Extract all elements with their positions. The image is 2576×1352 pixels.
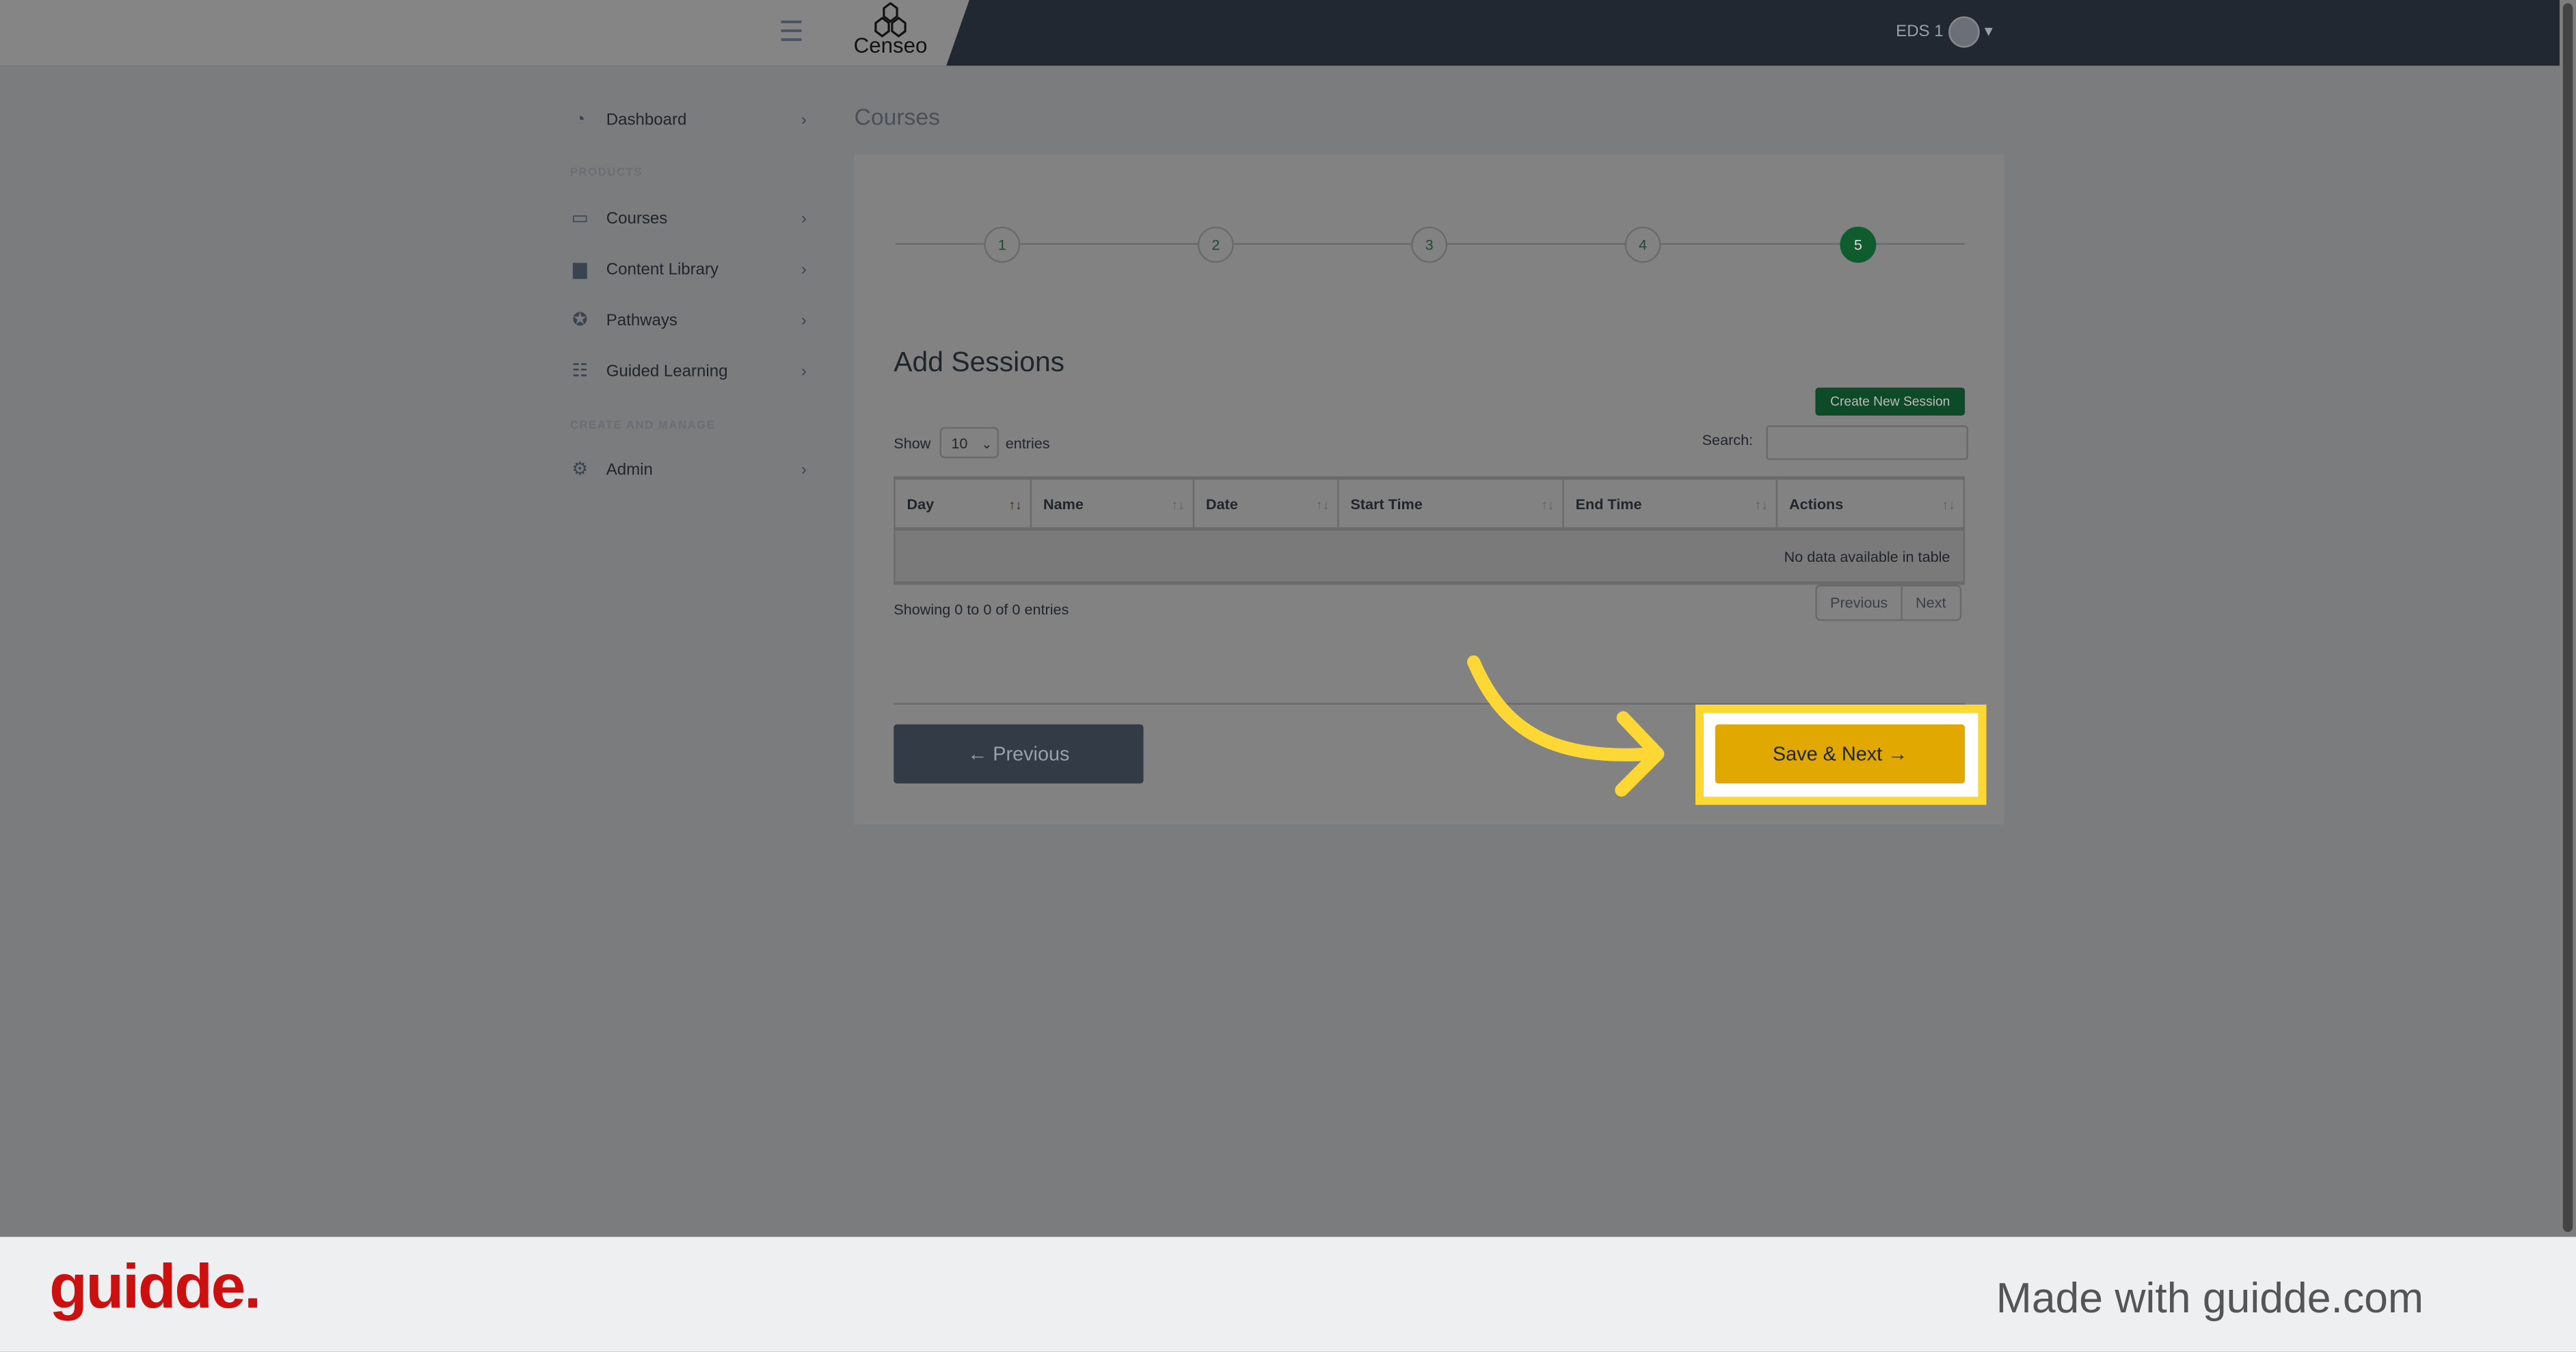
book-icon: ▆ [573, 259, 587, 280]
caret-down-icon: ▾ [1984, 23, 1993, 42]
user-menu[interactable]: EDS 1 ▾ [1896, 16, 1993, 48]
pointer-arrow-icon [1466, 655, 1665, 797]
empty-table-message: No data available in table [894, 528, 1965, 585]
sidebar-item-content-library[interactable]: ▆ Content Library › [568, 253, 807, 286]
search-label: Search: [1702, 432, 1754, 449]
page-title: Courses [854, 103, 940, 130]
chevron-right-icon: › [801, 311, 807, 329]
section-label-create-manage: CREATE AND MANAGE [569, 420, 716, 433]
step-2[interactable]: 2 [1197, 226, 1234, 263]
sidebar-item-courses[interactable]: ▭ Courses › [568, 202, 807, 235]
entries-select[interactable]: 10 ⌄ [939, 427, 999, 459]
user-name: EDS 1 [1896, 23, 1944, 42]
logo-text: Censeo [853, 33, 928, 58]
create-new-session-button[interactable]: Create New Session [1815, 388, 1965, 416]
column-header-day[interactable]: Day ↑↓ [894, 476, 1032, 531]
award-ribbon-icon: ✪ [572, 310, 588, 331]
scrollbar-thumb[interactable] [2562, 3, 2573, 1232]
previous-button[interactable]: ← Previous [894, 724, 1144, 784]
made-with-text: Made with guidde.com [1996, 1273, 2424, 1323]
sessions-table: Day ↑↓ Name ↑↓ Date ↑↓ Start Time ↑↓ End Tim… [894, 476, 1965, 585]
teacher-board-icon: ▭ [571, 208, 589, 229]
sort-icon: ↑↓ [1541, 498, 1555, 513]
entries-label: entries [1005, 435, 1050, 452]
sort-icon: ↑↓ [1315, 498, 1330, 513]
column-header-name[interactable]: Name ↑↓ [1030, 476, 1195, 531]
sidebar-item-admin[interactable]: ⚙ Admin › [568, 453, 806, 486]
chevron-right-icon: › [801, 461, 807, 479]
column-header-date[interactable]: Date ↑↓ [1192, 476, 1339, 531]
sidebar-item-label: Admin [606, 461, 653, 479]
show-label: Show [894, 435, 931, 452]
table-pagination: Previous Next [1815, 584, 1961, 621]
app-screen: ☰ Censeo EDS 1 ▾ ◔ Dashboard › PRODUCTS ▭ C… [0, 0, 2576, 1352]
search-input[interactable] [1766, 425, 1968, 460]
chevron-right-icon: › [801, 111, 807, 129]
chevron-right-icon: › [801, 260, 807, 279]
step-1[interactable]: 1 [984, 226, 1021, 263]
guidde-logo: guidde. [49, 1253, 261, 1323]
pagination-previous[interactable]: Previous [1817, 586, 1901, 619]
pagination-next[interactable]: Next [1901, 586, 1959, 619]
section-heading: Add Sessions [894, 347, 1065, 378]
avatar [1948, 16, 1980, 48]
chevron-right-icon: › [801, 209, 807, 228]
clipboard-list-icon: ☷ [572, 361, 589, 381]
dashboard-gauge-icon: ◔ [574, 110, 586, 130]
sidebar-item-label: Pathways [606, 311, 677, 329]
scrollbar[interactable] [2560, 0, 2576, 1237]
sort-icon: ↑↓ [1171, 498, 1185, 513]
sidebar-item-label: Dashboard [606, 111, 687, 129]
sidebar-item-label: Guided Learning [606, 362, 728, 381]
entries-value: 10 [951, 435, 968, 452]
sidebar-item-label: Content Library [606, 260, 719, 279]
step-5-active[interactable]: 5 [1840, 226, 1877, 263]
gear-icon: ⚙ [572, 459, 589, 480]
hamburger-icon[interactable]: ☰ [779, 16, 804, 49]
section-label-products: PRODUCTS [569, 167, 643, 179]
column-header-actions[interactable]: Actions ↑↓ [1775, 476, 1965, 531]
sidebar-item-guided-learning[interactable]: ☷ Guided Learning › [568, 355, 806, 388]
save-and-next-button[interactable]: Save & Next → [1715, 724, 1965, 784]
chevron-right-icon: › [801, 362, 807, 381]
sort-icon: ↑↓ [1754, 498, 1768, 513]
chevron-down-icon: ⌄ [981, 437, 993, 452]
sort-icon: ↑↓ [1008, 498, 1022, 513]
column-header-start-time[interactable]: Start Time ↑↓ [1337, 476, 1564, 531]
step-3[interactable]: 3 [1411, 226, 1448, 263]
column-header-end-time[interactable]: End Time ↑↓ [1562, 476, 1778, 531]
sort-icon: ↑↓ [1942, 498, 1955, 513]
table-info: Showing 0 to 0 of 0 entries [894, 601, 1069, 618]
logo-area [0, 0, 969, 66]
sidebar-item-label: Courses [606, 209, 668, 228]
censeo-logo[interactable]: Censeo [844, 1, 937, 57]
sidebar-item-pathways[interactable]: ✪ Pathways › [568, 304, 807, 337]
step-4[interactable]: 4 [1624, 226, 1661, 263]
sidebar-item-dashboard[interactable]: ◔ Dashboard › [568, 103, 807, 136]
